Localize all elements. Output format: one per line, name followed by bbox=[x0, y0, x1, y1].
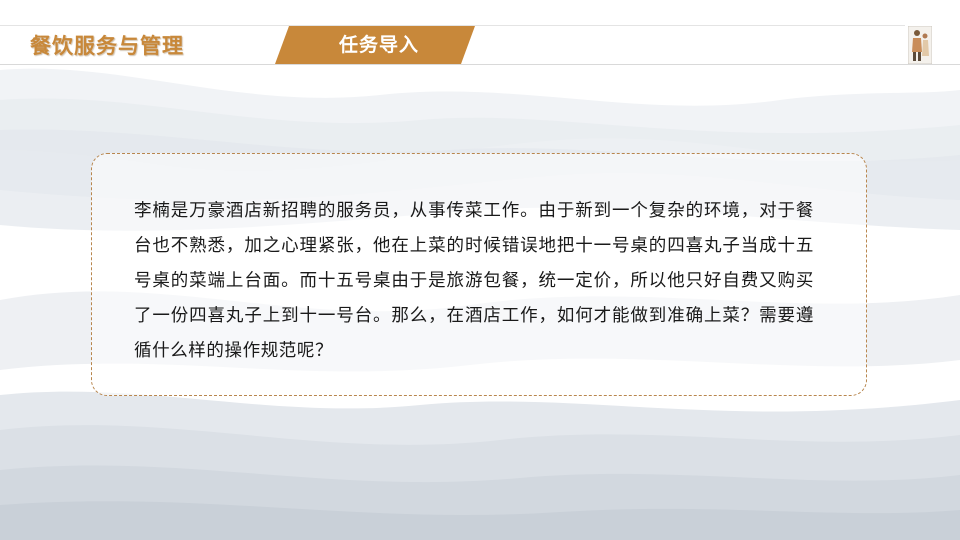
scenario-paragraph: 李楠是万豪酒店新招聘的服务员，从事传菜工作。由于新到一个复杂的环境，对于餐台也不… bbox=[134, 201, 814, 361]
course-title: 餐饮服务与管理 bbox=[30, 34, 184, 58]
waiter-figure-icon bbox=[908, 26, 932, 64]
slide: 餐饮服务与管理 任务导入 李楠是万豪酒店新招聘的服务员，从事传菜工作。由于新到一… bbox=[0, 0, 960, 540]
section-tab-label: 任务导入 bbox=[338, 34, 419, 56]
scenario-textbox: 李楠是万豪酒店新招聘的服务员，从事传菜工作。由于新到一个复杂的环境，对于餐台也不… bbox=[91, 153, 867, 396]
section-tab: 任务导入 bbox=[275, 26, 475, 64]
header-divider bbox=[0, 64, 960, 65]
